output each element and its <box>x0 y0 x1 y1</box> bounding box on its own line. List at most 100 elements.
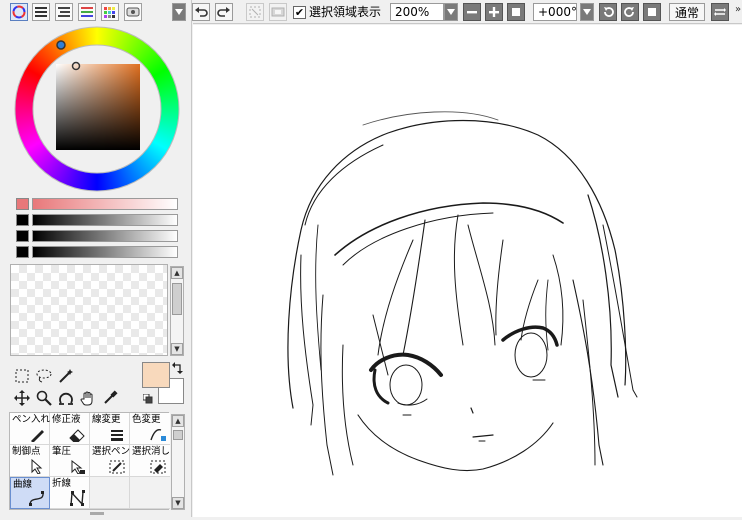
minus-icon <box>467 11 477 14</box>
slider-track[interactable] <box>32 214 178 226</box>
scroll-up-button[interactable]: ▲ <box>171 267 183 279</box>
rotation-reset-button[interactable] <box>643 3 661 21</box>
flip-horizontal-button[interactable] <box>711 3 729 21</box>
pressure-icon <box>71 459 85 474</box>
brush-scrollbar[interactable]: ▲ ▼ <box>171 414 185 510</box>
blend-mode-button[interactable]: 通常 <box>669 3 705 21</box>
zoom-reset-button[interactable] <box>507 3 525 21</box>
brush-line-change[interactable]: 線変更 <box>90 413 130 445</box>
slider-swatch <box>16 214 29 226</box>
scroll-thumb[interactable] <box>172 283 182 315</box>
scratchpad-icon <box>126 7 140 17</box>
scroll-down-button[interactable]: ▼ <box>172 497 184 509</box>
eyedropper-icon[interactable] <box>100 388 120 408</box>
chevron-down-icon <box>583 9 591 15</box>
hsv-sliders-tab[interactable] <box>55 3 73 21</box>
brush-pressure[interactable]: 筆圧 <box>50 445 90 477</box>
redo-button[interactable] <box>215 3 233 21</box>
rect-select-icon[interactable] <box>12 366 32 386</box>
slider-alpha[interactable] <box>16 246 178 258</box>
primary-color-swatch[interactable] <box>142 362 170 388</box>
brush-select-pen[interactable]: 選択ペン <box>90 445 130 477</box>
rgb-sliders-icon <box>35 7 47 17</box>
brush-tool-grid: ペン入れ 修正液 線変更 色変更 制御点 筆圧 選択ペン 選択消し 曲線 折線 <box>9 412 170 510</box>
brush-select-erase[interactable]: 選択消し <box>130 445 170 477</box>
brush-label: 修正液 <box>52 414 81 425</box>
brush-correction-fluid[interactable]: 修正液 <box>50 413 90 445</box>
color-grid-tab[interactable] <box>101 3 119 21</box>
zoom-icon[interactable] <box>34 388 54 408</box>
panel-menu-dropdown[interactable] <box>172 3 186 21</box>
rotate-icon[interactable] <box>56 388 76 408</box>
reset-colors-icon[interactable] <box>142 393 153 404</box>
square-icon <box>648 8 656 16</box>
polyline-icon <box>70 490 85 506</box>
scroll-down-button[interactable]: ▼ <box>171 343 183 355</box>
scratchpad-tab[interactable] <box>124 3 142 21</box>
brush-label: 色変更 <box>132 414 161 425</box>
slider-green[interactable] <box>16 214 178 226</box>
chevron-down-icon <box>447 9 455 15</box>
color-wheel-icon <box>12 5 26 19</box>
brush-label: 筆圧 <box>52 446 72 457</box>
zoom-dropdown[interactable] <box>444 3 458 21</box>
rotate-right-button[interactable] <box>621 3 639 21</box>
zoom-field[interactable]: 200% <box>390 3 444 21</box>
brush-label: 選択消し <box>132 446 171 457</box>
slider-track[interactable] <box>32 198 178 210</box>
curve-icon <box>29 491 44 506</box>
brush-label: 線変更 <box>92 414 121 425</box>
slider-red[interactable] <box>16 198 178 210</box>
resize-grip[interactable] <box>90 512 104 515</box>
slider-swatch <box>16 246 29 258</box>
slider-blue[interactable] <box>16 230 178 242</box>
brush-pen[interactable]: ペン入れ <box>10 413 50 445</box>
scratchpad-scrollbar[interactable]: ▲ ▼ <box>170 266 184 356</box>
brush-empty-slot <box>90 477 130 509</box>
hand-icon[interactable] <box>78 388 98 408</box>
rotate-left-icon <box>604 7 614 17</box>
brush-color-change[interactable]: 色変更 <box>130 413 170 445</box>
lasso-icon[interactable] <box>34 366 54 386</box>
rotation-field[interactable]: +000° <box>533 3 577 21</box>
brush-curve[interactable]: 曲線 <box>10 477 50 509</box>
show-selection-checkbox[interactable]: ✔ <box>293 6 306 19</box>
magic-wand-icon[interactable] <box>56 366 76 386</box>
hue-marker[interactable] <box>56 40 66 50</box>
zoom-out-button[interactable] <box>463 3 481 21</box>
color-wheel[interactable] <box>12 24 182 194</box>
slider-swatch <box>16 230 29 242</box>
color-swatches-tab[interactable] <box>78 3 96 21</box>
scroll-thumb[interactable] <box>173 430 183 440</box>
rotate-left-button[interactable] <box>599 3 617 21</box>
slider-track[interactable] <box>32 230 178 242</box>
scroll-up-button[interactable]: ▲ <box>172 415 184 427</box>
brush-control-point[interactable]: 制御点 <box>10 445 50 477</box>
blend-mode-label: 通常 <box>674 5 699 20</box>
invert-selection-icon <box>271 7 285 17</box>
swap-colors-icon[interactable] <box>172 362 184 374</box>
brush-label: 制御点 <box>12 446 41 457</box>
toolbar-overflow-icon[interactable]: » <box>735 4 742 20</box>
pen-icon <box>31 430 44 442</box>
hsv-sliders-icon <box>58 7 70 17</box>
saturation-value-square[interactable] <box>56 64 140 150</box>
select-pen-icon <box>109 460 125 474</box>
slider-swatch <box>16 198 29 210</box>
undo-button[interactable] <box>192 3 210 21</box>
brush-polyline[interactable]: 折線 <box>50 477 90 509</box>
select-erase-icon <box>150 460 166 474</box>
control-point-icon <box>31 458 43 474</box>
color-grid-icon <box>104 7 115 18</box>
invert-selection-button[interactable] <box>269 3 287 21</box>
move-icon[interactable] <box>12 388 32 408</box>
slider-track[interactable] <box>32 246 178 258</box>
drawing-canvas[interactable] <box>193 25 742 517</box>
color-wheel-tab[interactable] <box>10 3 28 21</box>
rgb-sliders-tab[interactable] <box>32 3 50 21</box>
deselect-button[interactable] <box>246 3 264 21</box>
color-swatches-icon <box>81 7 93 17</box>
scratchpad-area[interactable] <box>10 264 168 356</box>
rotation-dropdown[interactable] <box>580 3 594 21</box>
zoom-in-button[interactable] <box>485 3 503 21</box>
